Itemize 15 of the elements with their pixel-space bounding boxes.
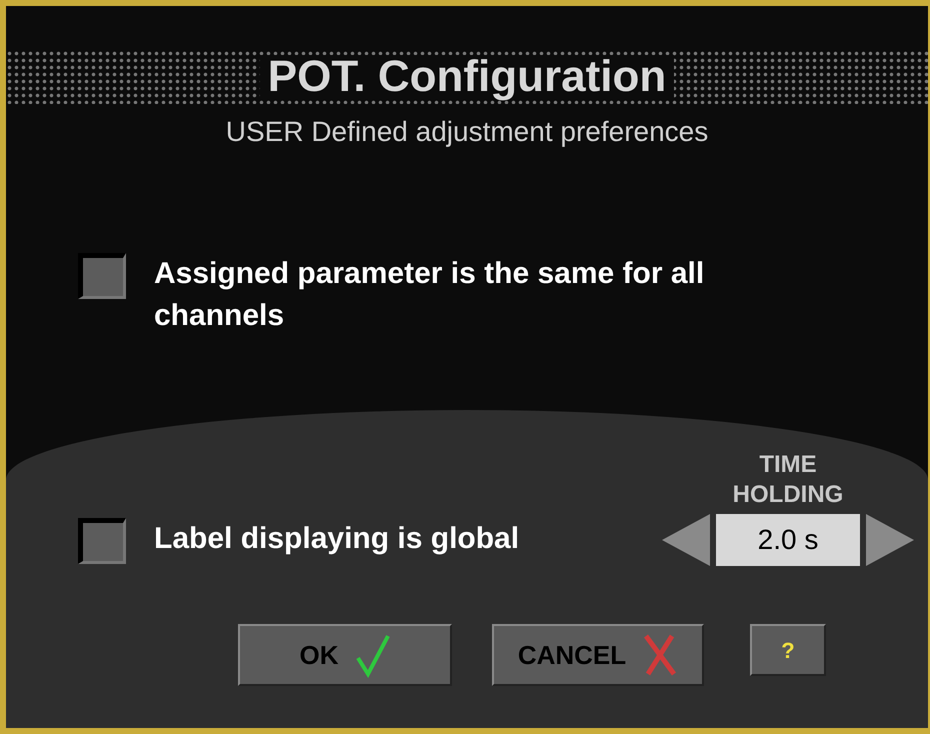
option-label: Assigned parameter is the same for all channels (154, 256, 706, 334)
right-arrow-icon[interactable] (866, 514, 914, 566)
dialog-subtitle: USER Defined adjustment preferences (226, 115, 708, 149)
checkmark-icon (354, 632, 390, 678)
option-label: Label displaying is global (154, 521, 520, 557)
left-arrow-icon[interactable] (662, 514, 710, 566)
time-holding-label: TIME HOLDING (732, 450, 844, 510)
dialog-title: POT. Configuration (260, 55, 674, 99)
cross-icon (642, 632, 678, 678)
time-value-field[interactable]: 2.0 s (716, 514, 860, 566)
cancel-button[interactable]: CANCEL (492, 624, 704, 686)
checkbox[interactable] (78, 253, 126, 299)
help-button[interactable]: ? (750, 624, 826, 676)
ok-button[interactable]: OK (238, 624, 452, 686)
checkbox[interactable] (78, 518, 126, 564)
